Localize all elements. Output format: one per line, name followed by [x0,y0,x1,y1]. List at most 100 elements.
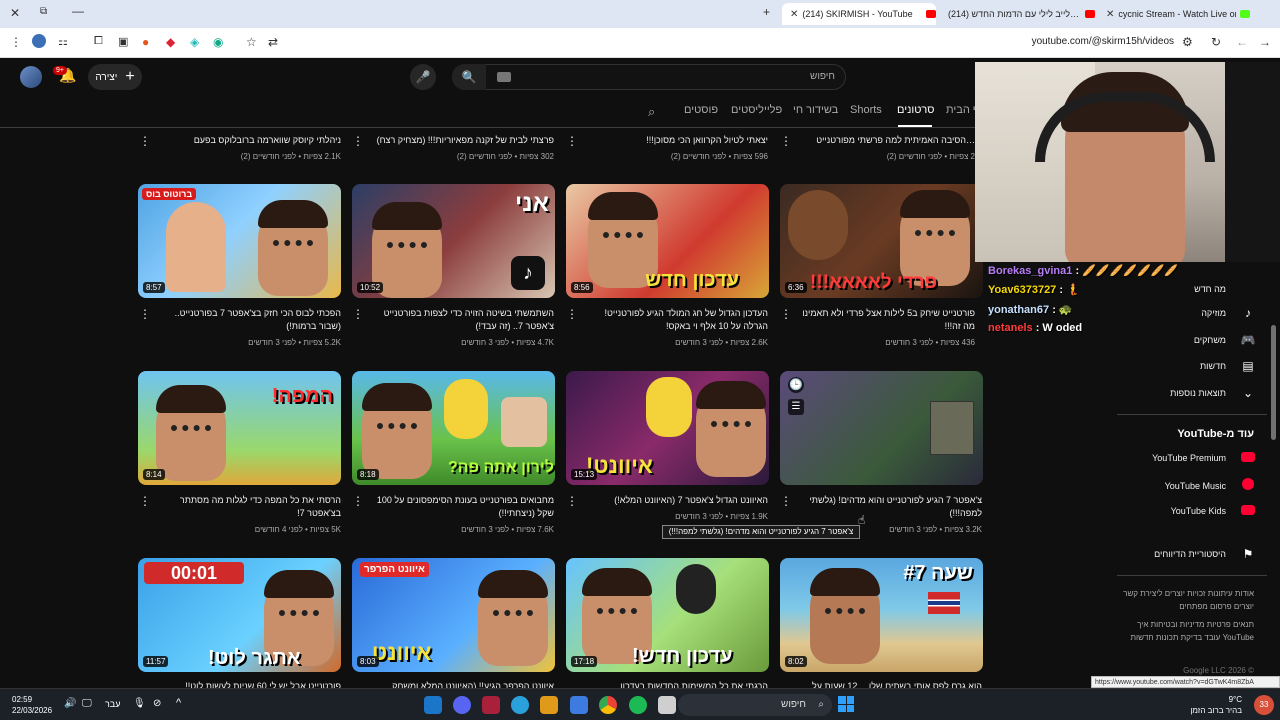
more-options-icon[interactable]: ⋮ [780,134,792,148]
extension-icon[interactable]: ◈ [190,35,199,49]
keyboard-icon[interactable] [497,72,511,82]
wifi-icon[interactable]: ⊘ [153,698,161,709]
discord-icon[interactable] [453,696,471,714]
more-options-icon[interactable]: ⋮ [352,307,364,321]
video-thumbnail[interactable]: עדכון חדש 8:56 [566,184,769,298]
puzzle-icon[interactable]: ⧠ [94,35,103,48]
file-explorer-icon[interactable] [658,696,676,714]
more-options-icon[interactable]: ⋮ [566,494,578,508]
app-icon[interactable] [570,696,588,714]
taskbar-search[interactable]: חיפוש ⌕ [678,694,832,716]
channel-search-icon[interactable]: ⌕ [648,104,655,120]
sidebar-item-music[interactable]: ♪ מוזיקה [1201,306,1256,320]
tab-home[interactable]: דף הבית [946,104,975,116]
tab-close-icon[interactable]: ✕ [790,9,798,20]
windows-start-icon[interactable] [838,696,854,712]
video-title[interactable]: הוא גרם לפס אותי בשתים שלו… 12 שעות על ה… [802,680,982,688]
more-options-icon[interactable]: ⋮ [139,134,151,148]
new-tab-icon[interactable]: + [763,5,770,19]
forward-icon[interactable]: ← [1236,35,1248,49]
add-to-queue-icon[interactable]: ☰ [788,399,804,415]
video-title[interactable]: יצאתי לטיול הקרוואן הכי מסוכן!!! [588,134,768,147]
tray-expand-icon[interactable]: ^ [176,697,181,709]
video-title[interactable]: העדכון הגדול של חג המולד הגיע לפורטנייט!… [588,307,768,333]
sidebar-item-whats-new[interactable]: מה חדש [1194,284,1256,294]
notification-count-badge[interactable]: 33 [1254,695,1274,715]
video-title[interactable]: הרסתי את כל המפה כדי לגלות מה מסתתר בצ'א… [161,494,341,520]
more-options-icon[interactable]: ⋮ [352,494,364,508]
video-title[interactable]: איוונט הפרפר הגיע!! (האיוונט המלא ומשחק … [374,680,554,688]
menu-icon[interactable]: ⋮ [10,35,22,49]
avatar[interactable] [20,66,42,88]
more-options-icon[interactable]: ⋮ [566,134,578,148]
sidebar-item-youtube-kids[interactable]: YouTube Kids [1171,504,1256,518]
extension-icon[interactable]: ● [142,35,149,49]
video-title[interactable]: האיוונט הגדול צ'אפטר 7 (האיוונט המלא!) [588,494,768,507]
video-title[interactable]: צ'אפטר 7 הגיע לפורטנייט והוא מדהים! (גלש… [802,494,982,520]
steam-icon[interactable] [424,696,442,714]
sidebar-item-news[interactable]: ▤ חדשות [1200,359,1256,373]
more-options-icon[interactable]: ⋮ [139,307,151,321]
app-icon[interactable] [482,696,500,714]
spotify-icon[interactable] [629,696,647,714]
chrome-icon[interactable] [599,696,617,714]
more-options-icon[interactable]: ⋮ [780,494,792,508]
sidebar-item-report-history[interactable]: ⚑ היסטוריית הדיווחים [1154,547,1256,561]
sidebar-item-gaming[interactable]: 🎮 משחקים [1194,333,1256,347]
tab-shorts[interactable]: Shorts [850,104,882,116]
tab-live[interactable]: בשידור חי [793,104,838,116]
watch-later-icon[interactable]: 🕒 [788,377,804,393]
page-info-icon[interactable]: ⇄ [268,35,278,49]
screenshot-icon[interactable]: ▣ [118,35,128,48]
video-title[interactable]: השתמשתי בשיטה הזויה כדי לצפות בפורטנייט … [374,307,554,333]
video-title[interactable]: פורטנייט שיחק ב5 לילות אצל פרדי ולא תאמי… [795,307,975,333]
create-button[interactable]: יצירה + [88,64,142,90]
clock[interactable]: 02:59 22/03/2026 [12,694,52,716]
tab-close-icon[interactable]: ✕ [1106,9,1114,20]
profile-icon[interactable] [32,34,46,48]
video-title[interactable]: מחבואים בפורטנייט בעונת הסימפסונים על 10… [374,494,554,520]
app-icon[interactable] [540,696,558,714]
microphone-icon[interactable]: 🎙 [133,698,146,709]
back-icon[interactable]: → [1259,35,1271,49]
reload-icon[interactable]: ↻ [1211,35,1221,49]
video-title[interactable]: פרצתי לבית של זקנה מפאיוריות!!! (מצחיק ר… [374,134,554,147]
site-settings-icon[interactable]: ⚙ [1182,35,1193,49]
extension-icon[interactable]: ⚏ [58,35,68,48]
telegram-icon[interactable] [511,696,529,714]
video-thumbnail[interactable]: איוונט הפרפר איוונט 8:03 [352,558,555,672]
video-thumbnail-hovered[interactable]: 🕒 ☰ [780,371,983,485]
tab-playlists[interactable]: פלייליסטים [731,104,782,116]
video-thumbnail[interactable]: 00:01 אתגר לוט! 11:57 [138,558,341,672]
video-thumbnail[interactable]: פרדי לאאאא!!! 6:36 [780,184,983,298]
video-title[interactable]: פורטנייט אבל יש לי 60 שניות לעשות לוט!! … [161,680,341,688]
network-icon[interactable]: 🖵 [82,698,92,709]
video-thumbnail[interactable]: לירון אתה פה? 8:18 [352,371,555,485]
more-options-icon[interactable]: ⋮ [139,494,151,508]
video-thumbnail[interactable]: עדכון חדש! 17:18 [566,558,769,672]
speaker-icon[interactable]: 🔊 [64,698,76,709]
video-title[interactable]: הרגתי את כל המשימות החדשות בעדכון החדש… [588,680,768,688]
weather-widget[interactable]: 9°C בהיר ברוב הזמן [1190,694,1242,716]
video-title[interactable]: …הסיבה האמיתית למה פרשתי מפורטנייט [795,134,975,147]
video-thumbnail[interactable]: ברוטוס בוס 8:57 [138,184,341,298]
sidebar-item-youtube-premium[interactable]: YouTube Premium [1152,451,1256,465]
language-indicator[interactable]: עבר [105,699,120,709]
tab-posts[interactable]: פוסטים [684,104,718,116]
restore-window-icon[interactable]: ⧉ [40,6,47,17]
tab-videos[interactable]: סרטונים [897,104,935,116]
microphone-icon[interactable]: 🎤 [410,64,436,90]
video-title[interactable]: הפכתי לבוס הכי חזק בצ'אפטר 7 בפורטנייט..… [161,307,341,333]
search-input[interactable]: חיפוש [452,64,846,90]
sidebar-scrollbar[interactable] [1271,325,1276,440]
footer-links[interactable]: אודות עיתונות זכויות יוצרים ליצירת קשר י… [1114,587,1254,613]
more-options-icon[interactable]: ⋮ [780,307,792,321]
sidebar-show-more[interactable]: ⌄ תוצאות נוספות [1170,386,1256,400]
search-button[interactable]: 🔍 [452,64,486,90]
url-text[interactable]: youtube.com/@skirm15h/videos [1032,36,1174,47]
footer-links[interactable]: תנאים פרטיות מדיניות ובטיחות איך YouTube… [1114,618,1255,644]
video-thumbnail[interactable]: המפה! 8:14 [138,371,341,485]
close-window-icon[interactable]: ✕ [10,6,20,20]
extension-icon[interactable]: ◆ [166,35,175,49]
extension-icon[interactable]: ◉ [213,35,223,49]
